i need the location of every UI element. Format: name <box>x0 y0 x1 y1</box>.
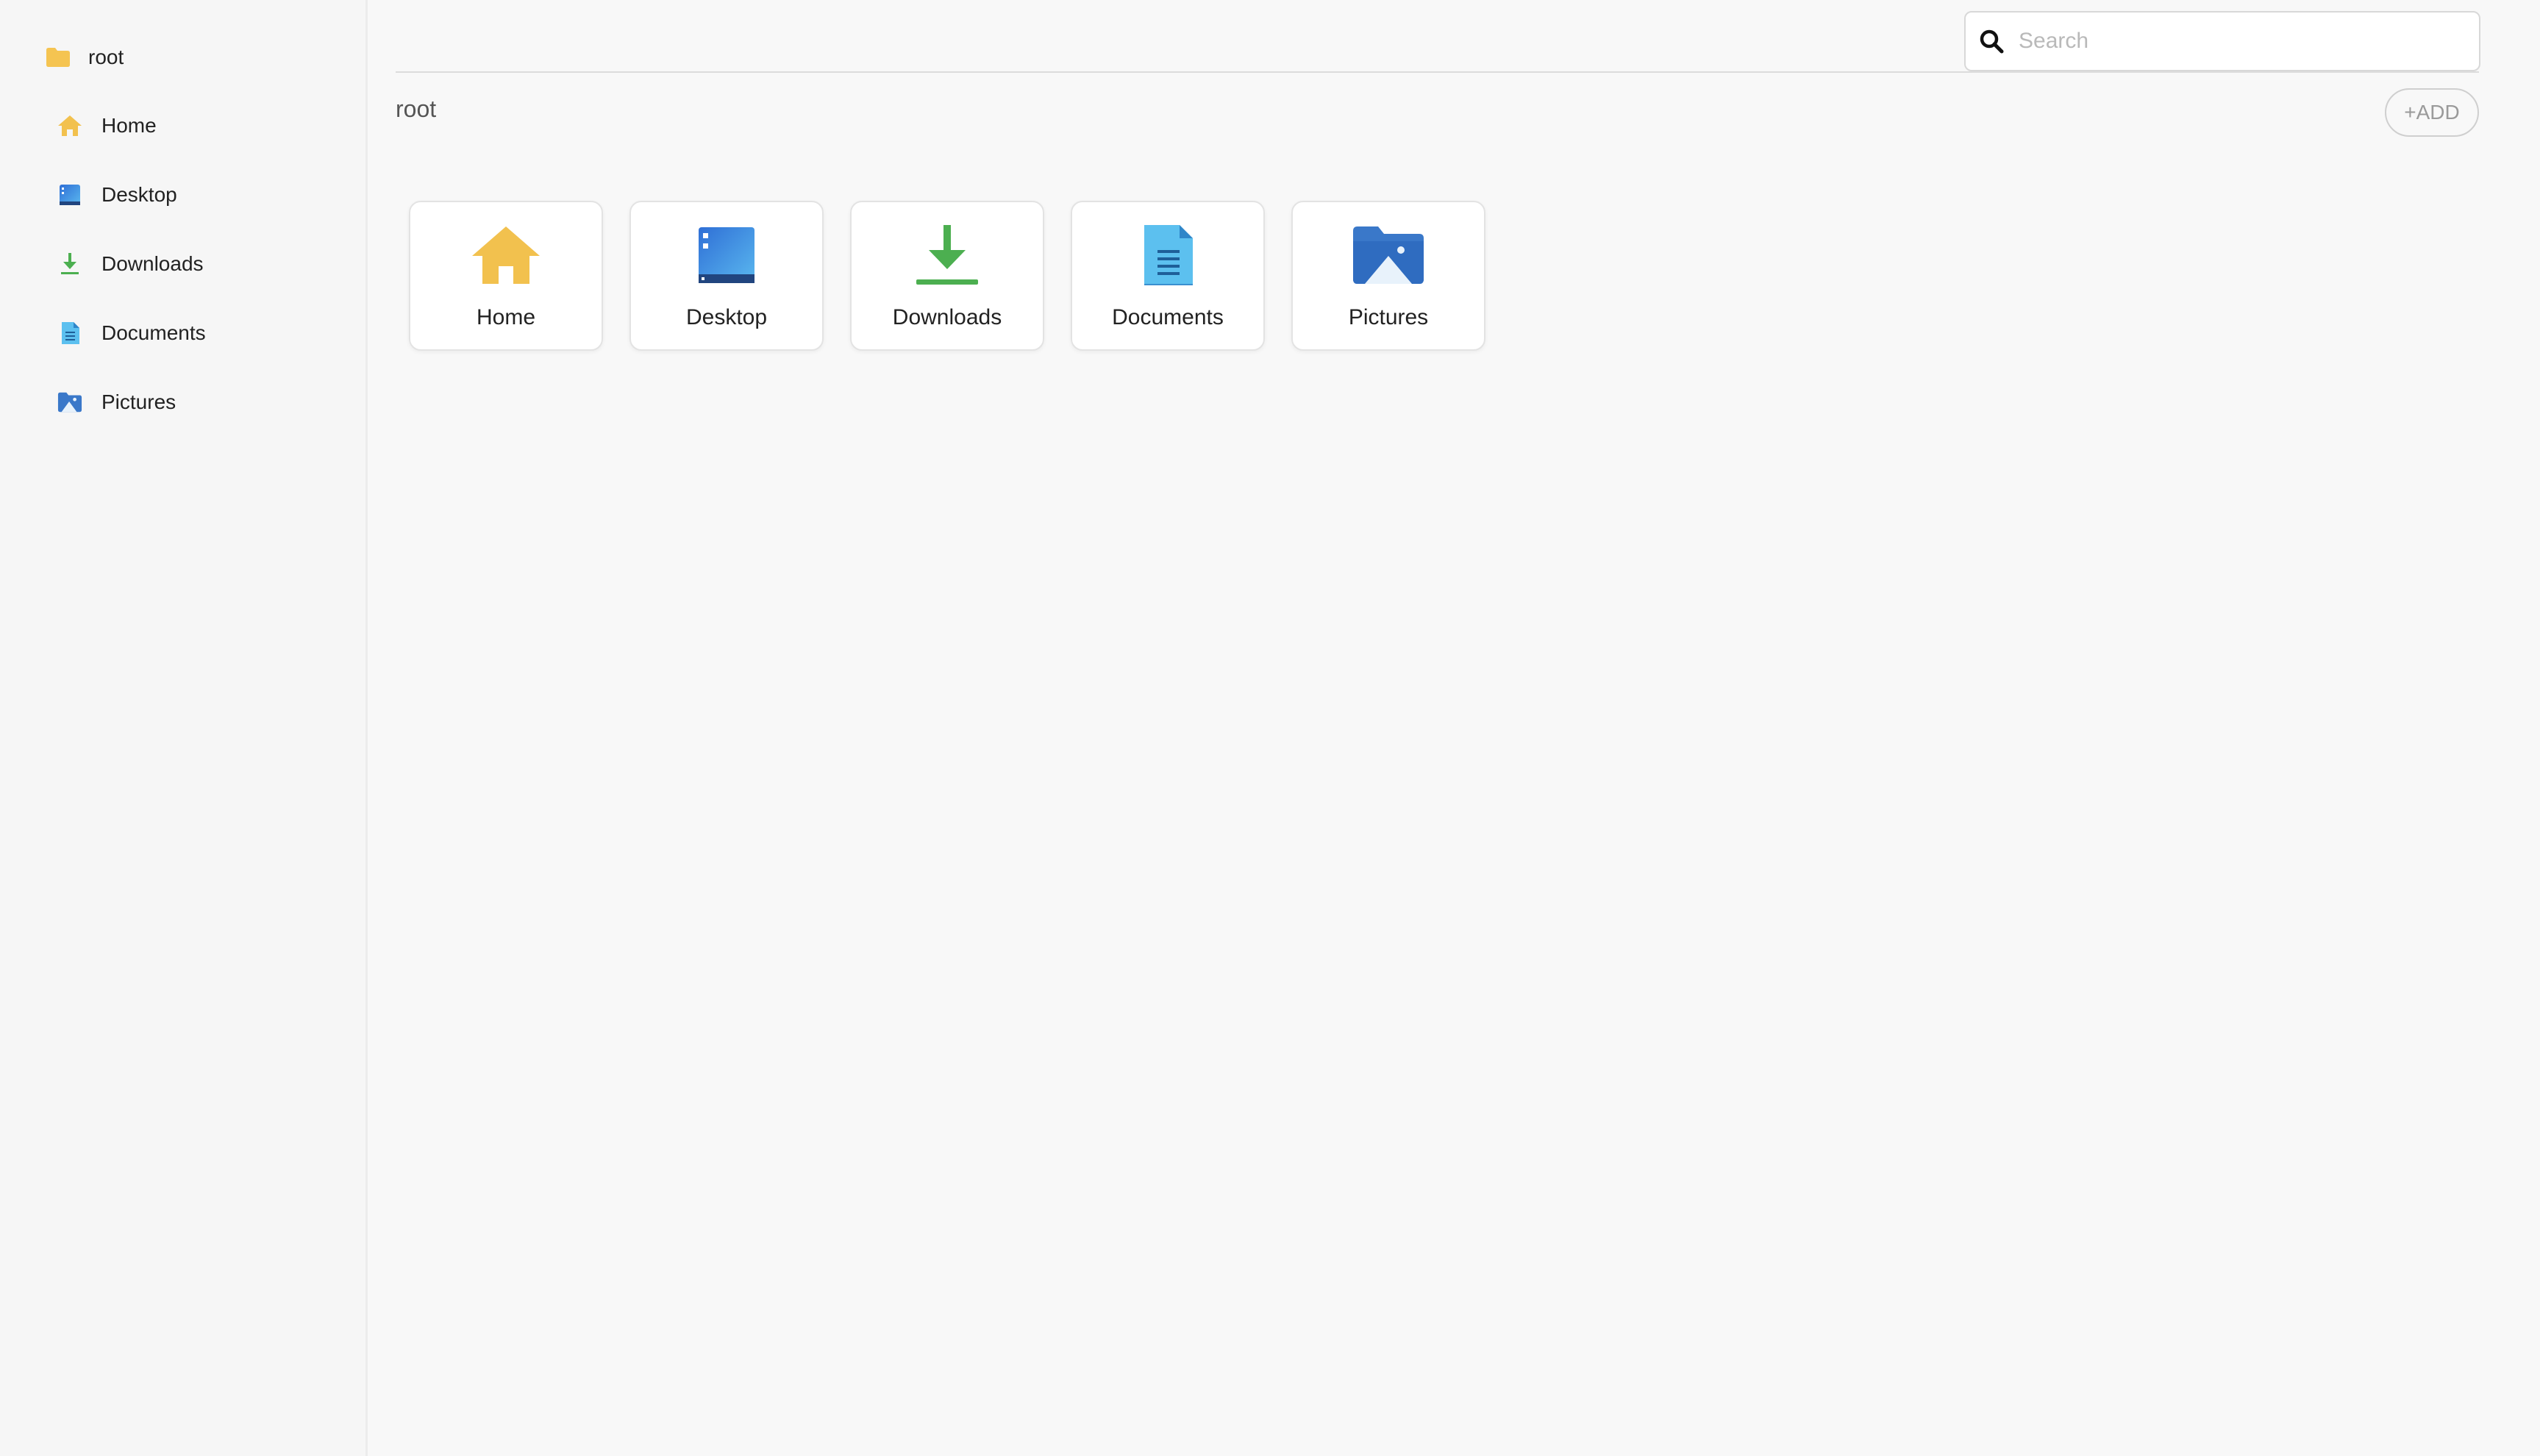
sidebar-item-desktop[interactable]: Desktop <box>57 174 177 215</box>
download-icon <box>57 251 82 276</box>
folder-tile-pictures[interactable]: Pictures <box>1291 201 1485 351</box>
sidebar-item-label: Documents <box>101 321 206 344</box>
sidebar-root[interactable]: root <box>46 38 124 76</box>
breadcrumb: root <box>396 96 437 122</box>
sidebar-item-label: Downloads <box>101 252 204 275</box>
header-divider <box>396 71 2479 73</box>
document-icon <box>1131 221 1205 289</box>
document-icon <box>57 321 82 346</box>
sidebar: root Home Desktop Downloads Documents Pi… <box>0 0 368 1456</box>
folder-tile-desktop[interactable]: Desktop <box>629 201 824 351</box>
search-input[interactable] <box>2017 19 2458 63</box>
folder-tile-home[interactable]: Home <box>409 201 603 351</box>
folder-icon <box>46 45 71 70</box>
sidebar-item-label: Home <box>101 114 157 137</box>
main-content: root +ADD Home Desktop <box>370 0 2540 1456</box>
home-icon <box>469 221 543 289</box>
search-icon[interactable] <box>1966 12 2017 71</box>
sidebar-item-home[interactable]: Home <box>57 105 157 146</box>
folder-label: Desktop <box>685 305 768 329</box>
folder-label: Documents <box>1112 305 1224 329</box>
desktop-icon <box>57 182 82 207</box>
folder-label: Downloads <box>892 305 1002 329</box>
sidebar-item-documents[interactable]: Documents <box>57 313 206 354</box>
pictures-icon <box>1352 221 1425 289</box>
sidebar-item-label: Desktop <box>101 183 177 206</box>
download-icon <box>910 221 984 289</box>
sidebar-item-pictures[interactable]: Pictures <box>57 382 176 423</box>
pictures-icon <box>57 390 82 415</box>
sidebar-item-label: Pictures <box>101 390 176 413</box>
sidebar-item-downloads[interactable]: Downloads <box>57 243 204 285</box>
folder-label: Pictures <box>1348 305 1429 329</box>
sidebar-root-label: root <box>88 46 124 68</box>
desktop-icon <box>690 221 763 289</box>
folder-tile-downloads[interactable]: Downloads <box>850 201 1044 351</box>
folder-grid: Home Desktop Downloads Documents Picture… <box>409 201 1485 351</box>
home-icon <box>57 113 82 138</box>
search-box[interactable] <box>1964 11 2480 71</box>
folder-label: Home <box>476 305 536 329</box>
add-button[interactable]: +ADD <box>2385 88 2479 137</box>
folder-tile-documents[interactable]: Documents <box>1071 201 1265 351</box>
